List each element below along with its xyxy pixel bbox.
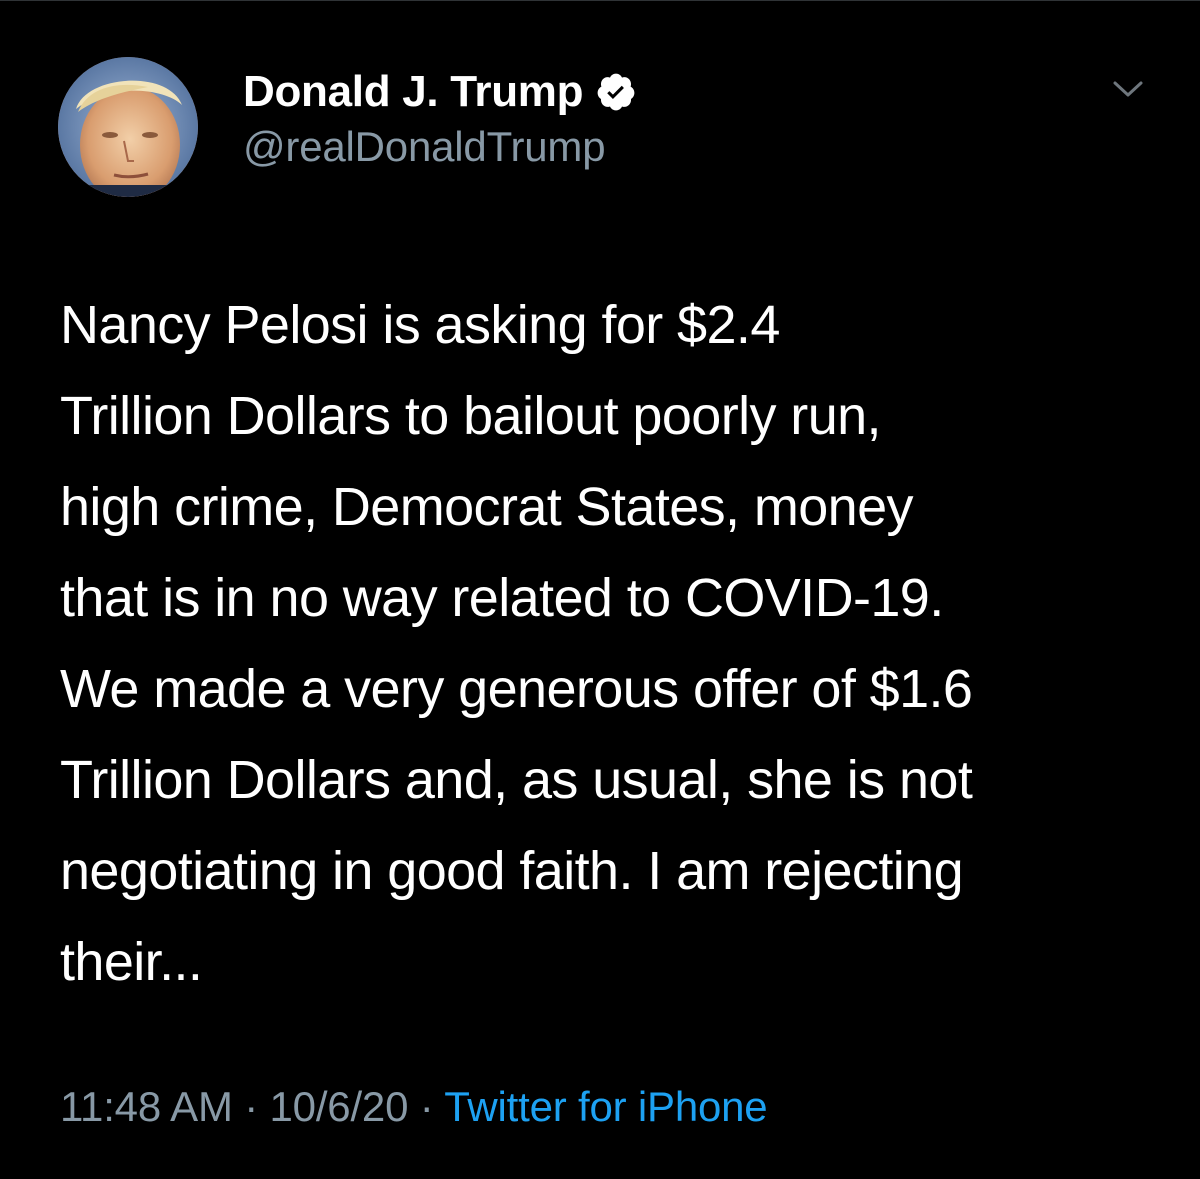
avatar[interactable]	[58, 57, 198, 197]
top-divider	[0, 0, 1200, 1]
tweet-time[interactable]: 11:48 AM	[60, 1083, 233, 1130]
tweet-meta: 11:48 AM · 10/6/20 · Twitter for iPhone	[60, 1083, 768, 1131]
tweet-source-link[interactable]: Twitter for iPhone	[444, 1083, 767, 1130]
meta-separator: ·	[244, 1083, 259, 1130]
meta-separator: ·	[419, 1083, 434, 1130]
verified-badge-icon	[595, 71, 637, 113]
chevron-down-icon[interactable]	[1110, 74, 1146, 104]
tweet-text: Nancy Pelosi is asking for $2.4 Trillion…	[60, 295, 973, 992]
author-handle[interactable]: @realDonaldTrump	[243, 123, 606, 171]
author-display-name[interactable]: Donald J. Trump	[243, 67, 584, 117]
tweet-date[interactable]: 10/6/20	[270, 1083, 409, 1130]
tweet-card: Donald J. Trump @realDonaldTrump Nancy P…	[0, 0, 1200, 1179]
author-name-row: Donald J. Trump	[243, 62, 637, 122]
avatar-image	[58, 57, 198, 197]
